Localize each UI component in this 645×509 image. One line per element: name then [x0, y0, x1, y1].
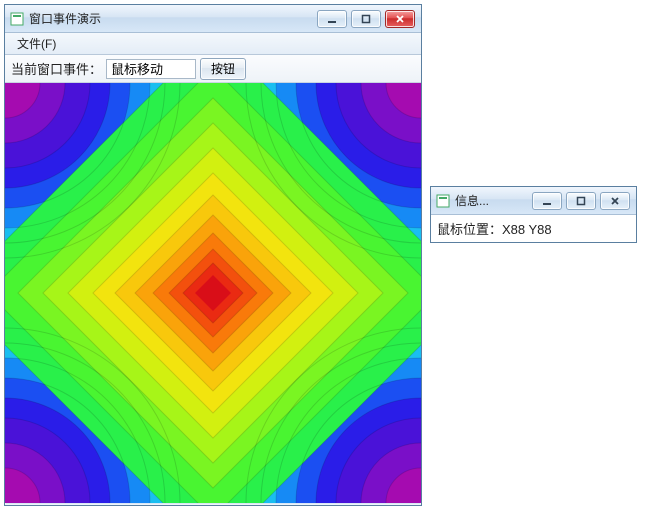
event-input[interactable] — [106, 59, 196, 79]
client-area[interactable] — [5, 83, 421, 503]
app-icon — [9, 11, 25, 27]
main-window-controls — [317, 10, 421, 28]
info-window-controls — [532, 192, 636, 210]
minimize-button[interactable] — [317, 10, 347, 28]
maximize-button[interactable] — [351, 10, 381, 28]
info-body: 鼠标位置：X88 Y88 — [431, 215, 636, 242]
app-icon — [435, 193, 451, 209]
info-title: 信息... — [455, 192, 532, 209]
main-title: 窗口事件演示 — [29, 10, 317, 27]
event-label: 当前窗口事件： — [11, 59, 102, 78]
info-window: 信息... 鼠标位置：X88 Y88 — [430, 186, 637, 243]
main-window: 窗口事件演示 文件(F) 当前窗口事件： 按钮 — [4, 4, 422, 506]
minimize-button[interactable] — [532, 192, 562, 210]
main-titlebar[interactable]: 窗口事件演示 — [5, 5, 421, 33]
mouse-position-text: 鼠标位置：X88 Y88 — [437, 222, 552, 237]
close-button[interactable] — [600, 192, 630, 210]
menu-file[interactable]: 文件(F) — [11, 33, 62, 54]
maximize-button[interactable] — [566, 192, 596, 210]
menubar: 文件(F) — [5, 33, 421, 55]
rainbow-pattern — [5, 83, 421, 503]
toolbar: 当前窗口事件： 按钮 — [5, 55, 421, 83]
close-button[interactable] — [385, 10, 415, 28]
info-titlebar[interactable]: 信息... — [431, 187, 636, 215]
action-button[interactable]: 按钮 — [200, 58, 246, 80]
